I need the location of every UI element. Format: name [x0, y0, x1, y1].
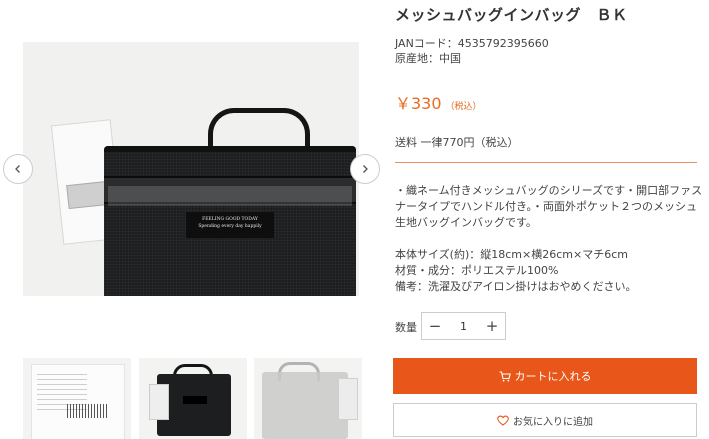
- spec-size: 本体サイズ(約)：縦18cm×横26cm×マチ6cm: [395, 248, 628, 261]
- jan-code: JANコード：4535792395660: [395, 37, 549, 50]
- add-to-favorites-button[interactable]: お気に入りに追加: [393, 403, 697, 437]
- barcode-graphic: [67, 404, 107, 418]
- quantity-label: 数量: [395, 321, 417, 334]
- divider: [395, 162, 697, 163]
- thumbnail-tag: [338, 378, 358, 420]
- gallery-prev-button[interactable]: [3, 154, 33, 184]
- bag-pocket-mesh: [108, 186, 352, 206]
- woven-label: FEELING GOOD TODAY Spending every day ha…: [186, 212, 274, 238]
- quantity-decrease-button[interactable]: −: [422, 317, 448, 335]
- quantity-increase-button[interactable]: +: [479, 317, 505, 335]
- thumbnail-bag-label: [183, 396, 207, 404]
- woven-label-line2: Spending every day happily: [198, 224, 262, 229]
- origin: 原産地：中国: [395, 52, 461, 65]
- thumbnail-1[interactable]: [23, 358, 131, 439]
- thumbnail-tag: [149, 384, 169, 420]
- price-tax-note: （税込）: [445, 102, 482, 112]
- description-text: ・織ネーム付きメッシュバッグのシリーズです・開口部ファスナータイプでハンドル付き…: [395, 184, 703, 229]
- gallery-next-button[interactable]: [350, 154, 380, 184]
- add-to-cart-label: カートに入れる: [514, 370, 592, 383]
- bag-zipper: [104, 146, 356, 152]
- shipping-info: 送料 一律770円（税込）: [395, 136, 519, 149]
- woven-label-line1: FEELING GOOD TODAY: [202, 217, 258, 222]
- add-to-favorites-label: お気に入りに追加: [513, 416, 593, 428]
- price-value: ￥330: [395, 94, 442, 113]
- price: ￥330 （税込）: [395, 90, 482, 114]
- thumbnail-2[interactable]: [139, 358, 247, 439]
- chevron-right-icon: [363, 165, 368, 173]
- thumbnail-3[interactable]: [254, 358, 362, 439]
- product-title: メッシュバッグインバッグ ＢＫ: [395, 6, 628, 24]
- add-to-cart-button[interactable]: カートに入れる: [393, 358, 697, 394]
- chevron-left-icon: [15, 165, 20, 173]
- product-description: ・織ネーム付きメッシュバッグのシリーズです・開口部ファスナータイプでハンドル付き…: [395, 183, 705, 231]
- quantity-stepper: − +: [421, 312, 506, 340]
- heart-icon: [497, 415, 509, 426]
- quantity-input[interactable]: [448, 319, 479, 333]
- cart-icon: [499, 370, 511, 381]
- product-specs: 本体サイズ(約)：縦18cm×横26cm×マチ6cm 材質・成分：ポリエステル1…: [395, 247, 636, 295]
- thumbnail-bag: [262, 372, 348, 439]
- main-product-image: FEELING GOOD TODAY Spending every day ha…: [23, 42, 359, 296]
- spec-note: 備考：洗濯及びアイロン掛けはおやめください。: [395, 280, 637, 293]
- bag-pocket: [104, 176, 356, 206]
- bag-illustration: FEELING GOOD TODAY Spending every day ha…: [90, 88, 356, 296]
- bag-body: FEELING GOOD TODAY Spending every day ha…: [104, 146, 356, 296]
- spec-material: 材質・成分：ポリエステル100%: [395, 264, 559, 277]
